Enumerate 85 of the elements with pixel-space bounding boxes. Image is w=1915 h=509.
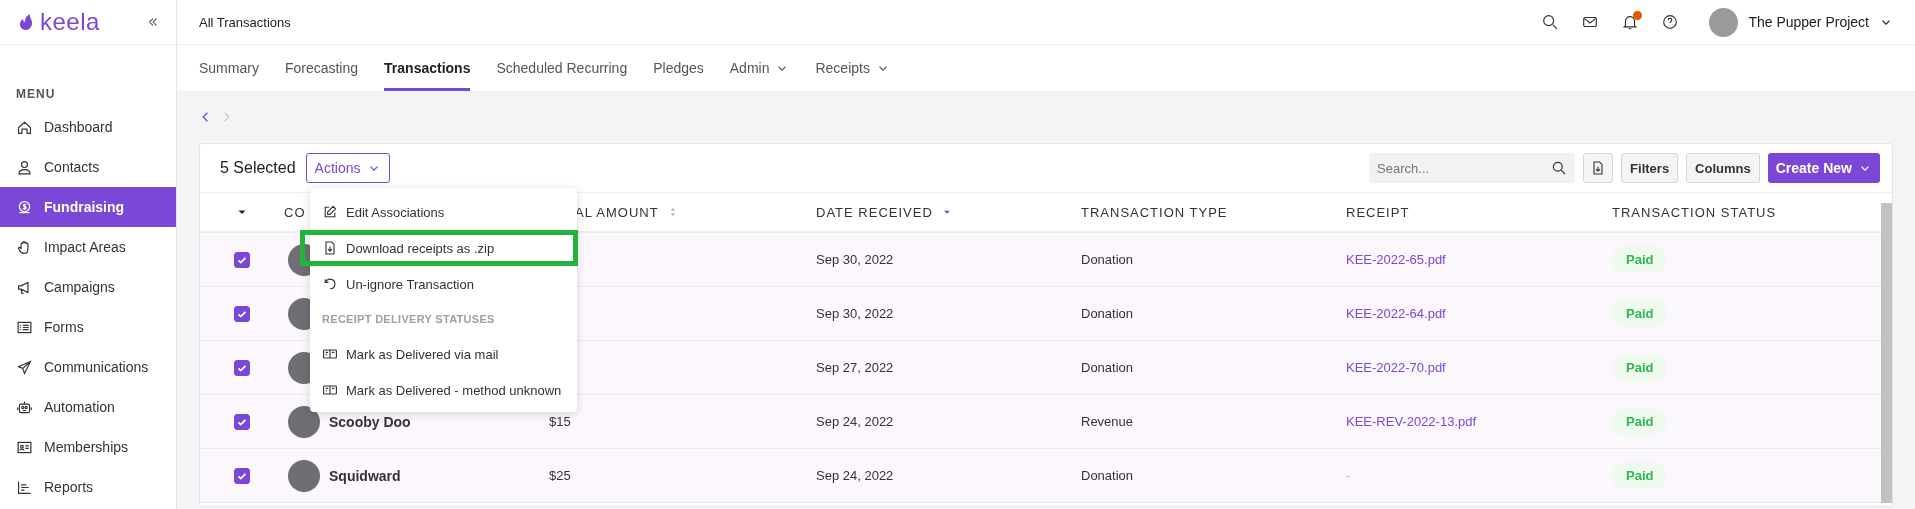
logo-text: keela	[40, 8, 100, 36]
tab[interactable]: Admin	[729, 45, 790, 91]
checkbox[interactable]	[234, 413, 250, 430]
column-header[interactable]: RECEIPT	[1346, 204, 1410, 220]
checkbox[interactable]	[234, 467, 250, 484]
account-menu[interactable]: The Pupper Project	[1709, 7, 1893, 37]
amount-cell: $15	[549, 414, 571, 429]
sidebar-item[interactable]: Forms	[0, 307, 176, 347]
type-cell: Donation	[1081, 360, 1134, 375]
date-cell: Sep 24, 2022	[816, 414, 894, 429]
tab[interactable]: Pledges	[653, 45, 704, 91]
sidebar-item[interactable]: Contacts	[0, 147, 176, 187]
receipt-cell: -	[1346, 468, 1351, 483]
highlighted-menu-item[interactable]: Download receipts as .zip	[300, 230, 578, 266]
column-header[interactable]: TRANSACTION TYPE	[1081, 204, 1228, 220]
sidebar-item[interactable]: Dashboard	[0, 107, 176, 147]
person-icon	[16, 158, 33, 176]
menu-item[interactable]: Mark as Delivered - method unknown	[310, 372, 577, 408]
search-icon	[1551, 160, 1568, 176]
status-badge: Paid	[1612, 354, 1668, 381]
page-title: All Transactions	[199, 14, 291, 30]
columns-button[interactable]: Columns	[1686, 153, 1760, 183]
date-cell: Sep 30, 2022	[816, 306, 894, 321]
status-badge: Paid	[1612, 462, 1668, 489]
sidebar-item[interactable]: Impact Areas	[0, 227, 176, 267]
menu-heading: MENU	[15, 86, 57, 103]
card-icon	[322, 346, 338, 362]
column-header[interactable]: TRANSACTION STATUS	[1612, 204, 1777, 220]
tab[interactable]: Scheduled Recurring	[496, 45, 628, 91]
paper-plane-icon	[16, 358, 33, 376]
amount-cell: $25	[549, 468, 571, 483]
filters-button[interactable]: Filters	[1621, 153, 1679, 183]
status-badge: Paid	[1612, 300, 1668, 327]
card-icon	[322, 382, 338, 398]
avatar	[288, 459, 320, 492]
type-cell: Donation	[1081, 252, 1134, 267]
type-cell: Donation	[1081, 306, 1134, 321]
export-button[interactable]	[1583, 153, 1614, 183]
actions-button[interactable]: Actions	[305, 153, 390, 183]
receipt-link[interactable]: KEE-2022-65.pdf	[1346, 252, 1446, 267]
menu-section-heading: RECEIPT DELIVERY STATUSES	[321, 312, 496, 327]
undo-icon	[322, 276, 338, 292]
checkbox[interactable]	[234, 251, 250, 268]
checkbox[interactable]	[234, 305, 250, 322]
sidebar-item[interactable]: Communications	[0, 347, 176, 387]
column-header[interactable]: DATE RECEIVED	[816, 204, 933, 220]
coin-hand-icon	[16, 198, 33, 216]
edit-icon	[322, 204, 338, 220]
help-icon[interactable]	[1661, 13, 1680, 31]
date-cell: Sep 27, 2022	[816, 360, 894, 375]
sidebar-item[interactable]: Fundraising	[0, 187, 176, 227]
tab[interactable]: Summary	[199, 45, 259, 91]
tab[interactable]: Forecasting	[284, 45, 359, 91]
type-cell: Revenue	[1081, 414, 1134, 429]
sidebar-item[interactable]: Campaigns	[0, 267, 176, 307]
create-new-button[interactable]: Create New	[1767, 153, 1880, 183]
menu-item[interactable]: Un-ignore Transaction	[310, 266, 577, 302]
date-cell: Sep 24, 2022	[816, 468, 894, 483]
sidebar-item[interactable]: Automation	[0, 387, 176, 427]
status-badge: Paid	[1612, 246, 1668, 273]
sidebar-item[interactable]: Reports	[0, 467, 176, 507]
account-name: The Pupper Project	[1748, 14, 1869, 30]
avatar	[288, 405, 320, 438]
receipt-link[interactable]: KEE-REV-2022-13.pdf	[1346, 414, 1477, 429]
bell-icon[interactable]	[1621, 13, 1640, 31]
type-cell: Donation	[1081, 468, 1134, 483]
contact-name[interactable]: Squidward	[329, 467, 401, 484]
date-cell: Sep 30, 2022	[816, 252, 894, 267]
file-download-icon	[322, 240, 338, 256]
status-badge: Paid	[1612, 408, 1668, 435]
checkbox[interactable]	[234, 359, 250, 376]
receipt-link[interactable]: KEE-2022-70.pdf	[1346, 360, 1446, 375]
tab[interactable]: Receipts	[815, 45, 890, 91]
contact-name[interactable]: Scooby Doo	[329, 413, 411, 430]
menu-item[interactable]: Mark as Delivered via mail	[310, 336, 577, 372]
receipt-link[interactable]: KEE-2022-64.pdf	[1346, 306, 1446, 321]
menu-item[interactable]: Edit Associations	[310, 194, 577, 230]
search-field[interactable]: Search...	[1369, 153, 1576, 183]
scrollbar[interactable]	[1881, 203, 1892, 503]
sidebar-item[interactable]: Memberships	[0, 427, 176, 467]
avatar	[1709, 7, 1739, 37]
selection-count: 5 Selected	[220, 159, 296, 177]
search-icon[interactable]	[1541, 13, 1560, 31]
collapse-icon[interactable]	[146, 15, 160, 29]
column-header[interactable]: CO	[284, 204, 306, 220]
